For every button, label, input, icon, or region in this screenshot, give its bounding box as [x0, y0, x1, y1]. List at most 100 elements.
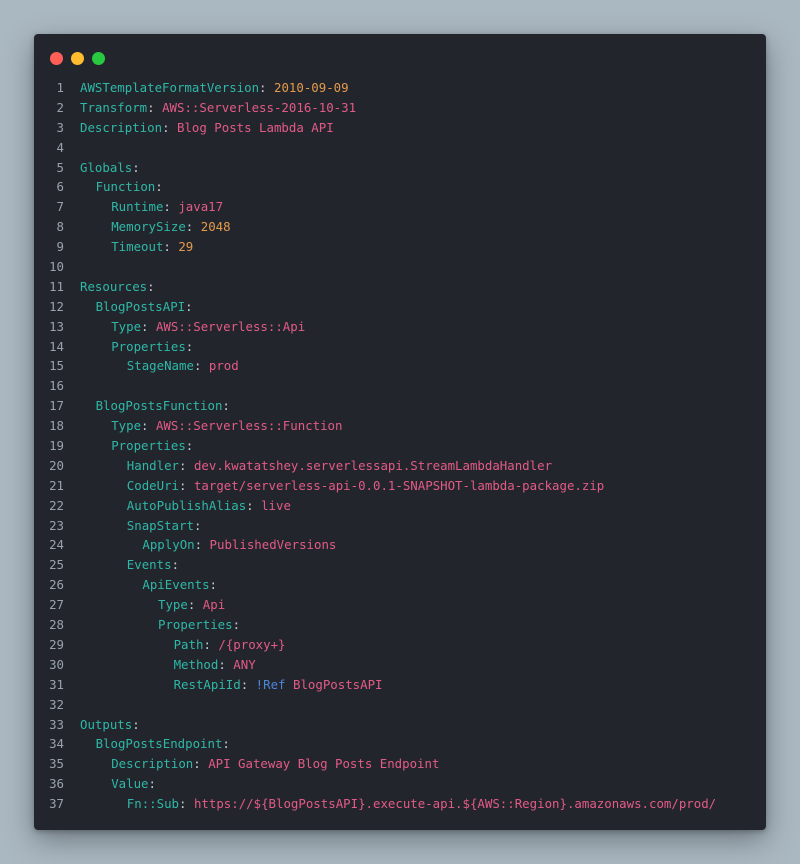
line-content: MemorySize: 2048 [64, 217, 230, 237]
colon: : [132, 716, 140, 732]
code-line: 22 AutoPublishAlias: live [34, 496, 766, 516]
line-content: Method: ANY [64, 655, 256, 675]
code-line: 15 StageName: prod [34, 356, 766, 376]
line-number: 5 [56, 159, 64, 175]
colon: : [155, 179, 163, 195]
code-line: 12 BlogPostsAPI: [34, 297, 766, 317]
code-line: 27 Type: Api [34, 595, 766, 615]
line-number: 14 [49, 338, 64, 354]
colon: : [141, 418, 149, 434]
line-content: Properties: [64, 615, 240, 635]
yaml-value: ANY [233, 656, 256, 672]
line-content: Type: Api [64, 595, 225, 615]
line-number: 30 [49, 656, 64, 672]
yaml-key: Handler [126, 457, 180, 473]
code-line: 11 Resources: [34, 277, 766, 297]
colon: : [259, 80, 267, 95]
line-number: 32 [49, 696, 64, 712]
yaml-key: Fn::Sub [126, 796, 180, 812]
code-line: 13 Type: AWS::Serverless::Api [34, 317, 766, 337]
line-content: ApiEvents: [64, 575, 217, 595]
yaml-key: ApiEvents [142, 577, 210, 593]
line-content: BlogPostsAPI: [64, 297, 193, 317]
yaml-value: 2010-09-09 [273, 80, 349, 95]
yaml-value: Blog Posts Lambda API [177, 119, 334, 135]
line-number: 36 [49, 776, 64, 792]
colon: : [185, 438, 194, 454]
yaml-value: 29 [178, 239, 194, 255]
code-line: 30 Method: ANY [34, 655, 766, 675]
colon: : [179, 796, 187, 812]
line-content: Description: API Gateway Blog Posts Endp… [64, 754, 439, 774]
line-number: 16 [49, 378, 64, 394]
yaml-key: SnapStart [126, 517, 194, 533]
line-number: 10 [49, 259, 64, 275]
line-number: 13 [49, 318, 64, 334]
line-number: 15 [49, 358, 64, 374]
line-number: 29 [49, 636, 64, 652]
colon: : [246, 497, 254, 513]
line-content: Properties: [64, 436, 193, 456]
line-content: Events: [64, 555, 179, 575]
code-line: 9 Timeout: 29 [34, 237, 766, 257]
line-number: 22 [49, 497, 64, 513]
code-line: 24 ApplyOn: PublishedVersions [34, 535, 766, 555]
yaml-key: Type [111, 318, 142, 334]
yaml-key: AutoPublishAlias [126, 497, 247, 513]
yaml-key: Globals [80, 159, 133, 175]
yaml-key: Description [111, 756, 194, 772]
code-line: 5 Globals: [34, 158, 766, 178]
yaml-key: AWSTemplateFormatVersion [80, 80, 260, 95]
colon: : [222, 398, 230, 414]
colon: : [218, 656, 226, 672]
code-window: 1 AWSTemplateFormatVersion: 2010-09-09 2 Tr… [34, 34, 766, 830]
line-content [64, 376, 80, 396]
colon: : [185, 338, 194, 354]
line-content: SnapStart: [64, 516, 202, 536]
colon: : [171, 557, 180, 573]
maximize-button[interactable] [92, 52, 105, 65]
line-content: Properties: [64, 337, 193, 357]
line-content: RestApiId: !Ref BlogPostsAPI [64, 675, 383, 695]
line-content: StageName: prod [64, 356, 239, 376]
line-content: Value: [64, 774, 156, 794]
colon: : [148, 776, 156, 792]
code-line: 34 BlogPostsEndpoint: [34, 734, 766, 754]
colon: : [147, 278, 155, 294]
line-content [64, 257, 80, 277]
line-content: BlogPostsFunction: [64, 396, 230, 416]
line-number: 24 [49, 537, 64, 553]
yaml-key: Events [126, 557, 172, 573]
yaml-key: StageName [126, 358, 194, 374]
yaml-key: RestApiId [173, 676, 241, 692]
code-line: 1 AWSTemplateFormatVersion: 2010-09-09 [34, 78, 766, 98]
yaml-key: Value [111, 776, 149, 792]
yaml-tag: !Ref [255, 676, 286, 692]
yaml-key: Path [173, 636, 204, 652]
close-button[interactable] [50, 52, 63, 65]
yaml-key: Properties [111, 338, 186, 354]
yaml-key: Function [95, 179, 156, 195]
colon: : [141, 318, 149, 334]
line-number: 27 [49, 597, 64, 613]
line-number: 28 [49, 617, 64, 633]
yaml-value: dev.kwatatshey.serverlessapi.StreamLambd… [193, 457, 553, 473]
yaml-key: Description [80, 119, 163, 135]
line-content [64, 695, 80, 715]
code-line: 28 Properties: [34, 615, 766, 635]
line-number: 7 [56, 199, 64, 215]
yaml-key: ApplyOn [142, 537, 195, 553]
line-number: 31 [49, 676, 64, 692]
line-content: AWSTemplateFormatVersion: 2010-09-09 [64, 78, 349, 98]
colon: : [194, 537, 203, 553]
line-content: CodeUri: target/serverless-api-0.0.1-SNA… [64, 476, 604, 496]
code-line: 29 Path: /{proxy+} [34, 635, 766, 655]
code-editor[interactable]: 1 AWSTemplateFormatVersion: 2010-09-09 2 Tr… [34, 78, 766, 814]
line-number: 9 [56, 239, 64, 255]
line-number: 37 [49, 796, 64, 812]
code-line: 19 Properties: [34, 436, 766, 456]
minimize-button[interactable] [71, 52, 84, 65]
line-content: Function: [64, 177, 163, 197]
code-line: 35 Description: API Gateway Blog Posts En… [34, 754, 766, 774]
code-line: 37 Fn::Sub: https://${BlogPostsAPI}.execu… [34, 794, 766, 814]
